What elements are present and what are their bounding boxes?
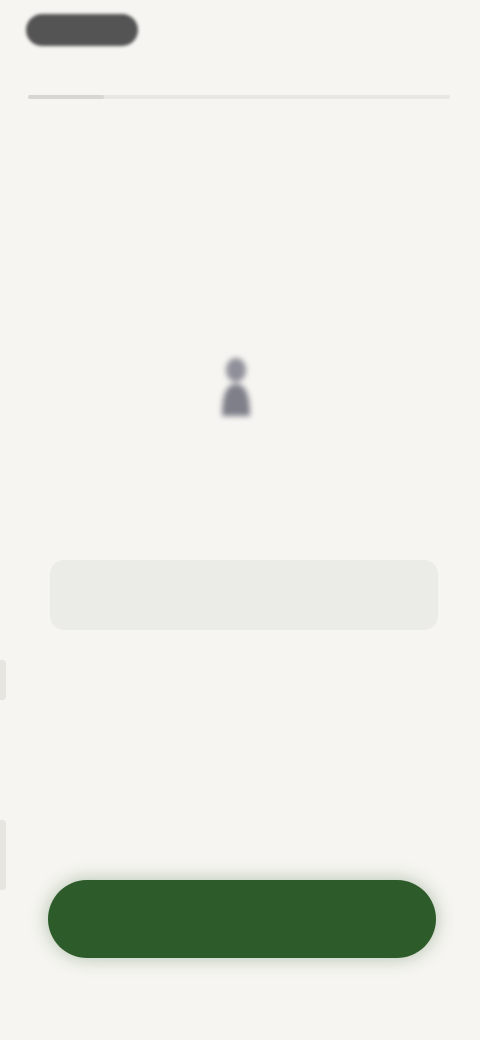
question-illustration-icon (222, 358, 250, 416)
progress-bar (28, 95, 450, 99)
edge-mark-lower (0, 820, 6, 890)
progress-bar-fill (28, 95, 104, 99)
edge-mark-upper (0, 660, 6, 700)
back-button[interactable] (26, 14, 138, 46)
continue-button[interactable] (48, 880, 436, 958)
answer-input[interactable] (50, 560, 438, 630)
onboarding-screen (0, 0, 480, 1040)
